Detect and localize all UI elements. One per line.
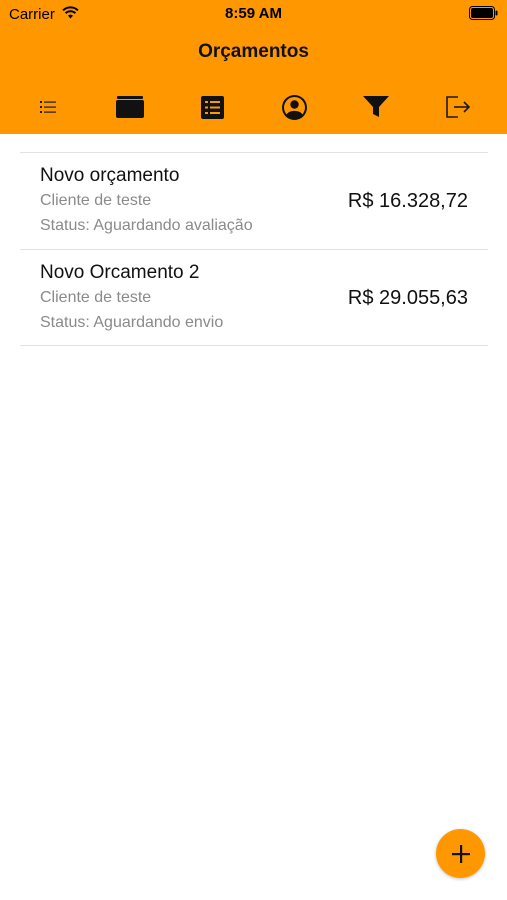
add-budget-button[interactable] bbox=[436, 829, 485, 878]
budget-value: R$ 29.055,63 bbox=[347, 287, 468, 309]
list-item[interactable]: Novo orçamento Cliente de teste Status: … bbox=[20, 152, 488, 249]
budget-client: Cliente de teste bbox=[40, 289, 152, 306]
user-icon bbox=[281, 94, 307, 120]
budget-list: Novo orçamento Cliente de teste Status: … bbox=[20, 152, 488, 346]
list-button[interactable] bbox=[31, 90, 65, 124]
budget-title: Novo orçamento bbox=[40, 165, 180, 186]
folder-button[interactable] bbox=[113, 90, 147, 124]
clock: 8:59 AM bbox=[225, 5, 282, 22]
app-header: Carrier 8:59 AM Orçamentos bbox=[0, 0, 507, 134]
budget-value: R$ 16.328,72 bbox=[347, 190, 468, 212]
logout-button[interactable] bbox=[441, 90, 475, 124]
plus-icon bbox=[451, 844, 470, 863]
document-list-icon bbox=[200, 95, 224, 119]
filter-icon bbox=[363, 96, 389, 117]
battery-icon bbox=[469, 6, 498, 20]
list-icon bbox=[40, 101, 56, 113]
list-item[interactable]: Novo Orcamento 2 Cliente de teste Status… bbox=[20, 249, 488, 346]
page-title: Orçamentos bbox=[198, 41, 309, 62]
budget-client: Cliente de teste bbox=[40, 192, 152, 209]
budget-title: Novo Orcamento 2 bbox=[40, 262, 200, 283]
logout-icon bbox=[446, 96, 471, 118]
status-bar: Carrier 8:59 AM bbox=[0, 0, 507, 28]
toolbar bbox=[0, 90, 507, 124]
filter-button[interactable] bbox=[359, 90, 393, 124]
profile-button[interactable] bbox=[277, 90, 311, 124]
document-list-button[interactable] bbox=[195, 90, 229, 124]
budget-status: Status: Aguardando avaliação bbox=[40, 217, 253, 234]
folder-icon bbox=[116, 96, 144, 118]
budget-status: Status: Aguardando envio bbox=[40, 314, 224, 331]
